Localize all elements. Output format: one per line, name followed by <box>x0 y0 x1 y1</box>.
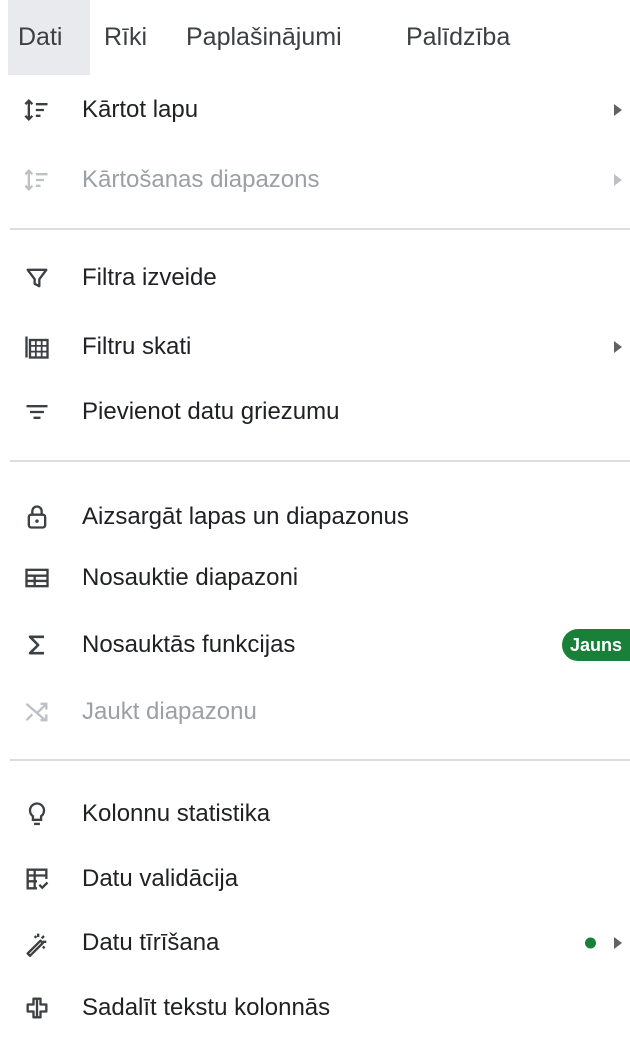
menu-item-filter-views[interactable]: Filtru skati <box>0 317 630 377</box>
menu-item-named-functions[interactable]: Nosauktās funkcijas Jauns <box>0 615 630 675</box>
menu-item-create-filter[interactable]: Filtra izveide <box>0 248 630 308</box>
menu-item-label: Jaukt diapazonu <box>82 698 257 725</box>
submenu-arrow-icon <box>614 341 622 353</box>
menu-divider <box>10 460 630 462</box>
menu-tab-extensions[interactable]: Paplašinājumi <box>186 0 342 75</box>
menu-item-data-validation[interactable]: Datu validācija <box>0 849 630 909</box>
menu-item-label: Kārtošanas diapazons <box>82 166 320 193</box>
menu-item-label: Kolonnu statistika <box>82 800 271 827</box>
magic-wand-icon <box>22 928 52 958</box>
split-columns-icon <box>22 993 52 1023</box>
submenu-arrow-icon <box>614 174 622 186</box>
menu-bar: Dati Rīki Paplašinājumi Palīdzība <box>0 0 630 75</box>
menu-item-label: Nosauktie diapazoni <box>82 564 299 591</box>
lightbulb-icon <box>22 799 52 829</box>
filter-icon <box>22 263 52 293</box>
menu-item-label: Datu tīrīšana <box>82 929 220 956</box>
slicer-icon <box>22 397 52 427</box>
menu-item-add-slicer[interactable]: Pievienot datu griezumu <box>0 382 630 442</box>
menu-item-protect[interactable]: Aizsargāt lapas un diapazonus <box>0 487 630 547</box>
menu-item-label: Nosauktās funkcijas <box>82 631 296 658</box>
filter-views-icon <box>22 332 52 362</box>
menu-tab-help[interactable]: Palīdzība <box>406 0 510 75</box>
menu-item-sort-range: Kārtošanas diapazons <box>0 150 630 210</box>
submenu-arrow-icon <box>614 104 622 116</box>
new-badge: Jauns <box>561 629 630 661</box>
menu-item-label: Pievienot datu griezumu <box>82 398 340 425</box>
new-feature-dot <box>585 937 596 949</box>
menu-item-named-ranges[interactable]: Nosauktie diapazoni <box>0 548 630 608</box>
sort-icon <box>22 95 52 125</box>
menu-item-label: Aizsargāt lapas un diapazonus <box>82 503 409 530</box>
lock-icon <box>22 502 52 532</box>
menu-item-split-text[interactable]: Sadalīt tekstu kolonnās <box>0 978 630 1038</box>
menu-item-sort-sheet[interactable]: Kārtot lapu <box>0 80 630 140</box>
menu-item-column-stats[interactable]: Kolonnu statistika <box>0 784 630 844</box>
menu-item-label: Sadalīt tekstu kolonnās <box>82 994 331 1021</box>
menu-tab-data[interactable]: Dati <box>8 0 90 75</box>
menu-divider <box>10 759 630 761</box>
menu-item-randomize-range: Jaukt diapazonu <box>0 682 630 742</box>
menu-divider <box>10 228 630 230</box>
shuffle-icon <box>22 697 52 727</box>
named-ranges-icon <box>22 563 52 593</box>
sigma-icon <box>22 630 52 660</box>
menu-item-label: Kārtot lapu <box>82 96 199 123</box>
menu-item-label: Filtra izveide <box>82 264 217 291</box>
menu-item-data-cleanup[interactable]: Datu tīrīšana <box>0 913 630 973</box>
menu-tab-tools[interactable]: Rīki <box>104 0 147 75</box>
submenu-arrow-icon <box>614 937 622 949</box>
menu-item-label: Filtru skati <box>82 333 192 360</box>
sort-icon <box>22 165 52 195</box>
menu-item-label: Datu validācija <box>82 865 239 892</box>
data-validation-icon <box>22 864 52 894</box>
